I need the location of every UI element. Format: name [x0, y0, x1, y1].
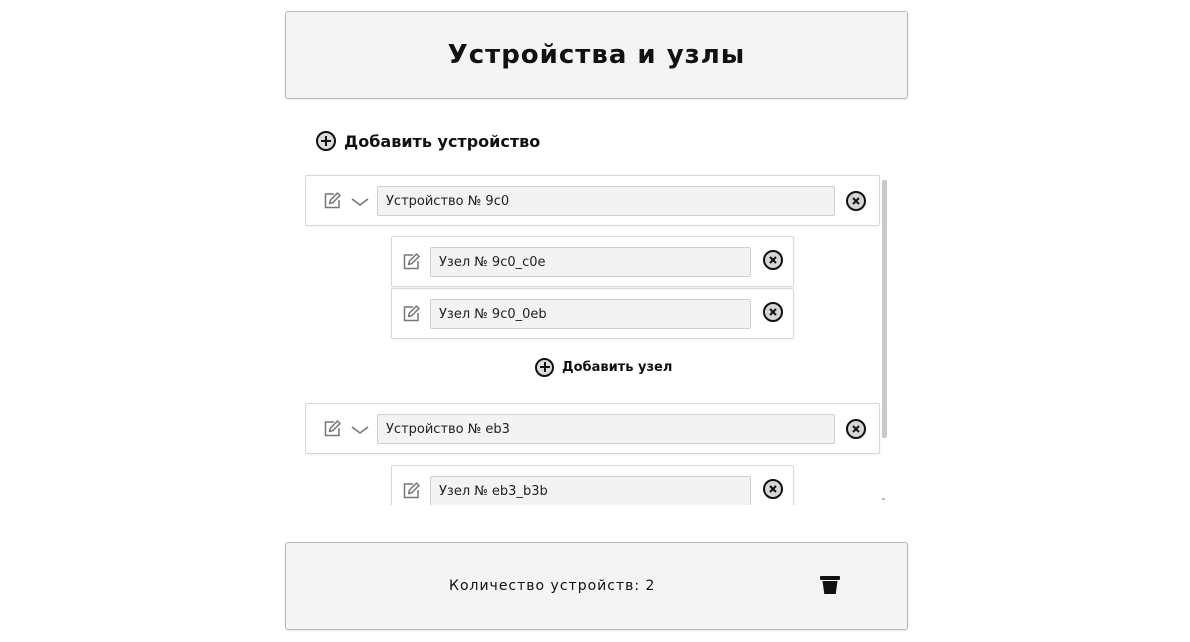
edit-icon[interactable] — [401, 481, 421, 501]
close-icon — [769, 485, 777, 493]
plus-circle-icon — [316, 131, 336, 151]
close-icon — [852, 425, 860, 433]
remove-node-button[interactable] — [763, 302, 783, 322]
close-icon — [852, 197, 860, 205]
plus-circle-icon — [535, 357, 554, 377]
add-node-button[interactable]: Добавить узел — [535, 356, 672, 378]
node-row — [391, 465, 794, 505]
add-device-button[interactable]: Добавить устройство — [316, 128, 540, 154]
trash-icon[interactable] — [819, 575, 841, 595]
chevron-down-icon[interactable] — [350, 424, 370, 436]
edit-icon[interactable] — [401, 304, 421, 324]
node-name-input[interactable] — [430, 247, 751, 277]
close-icon — [769, 256, 777, 264]
add-device-label: Добавить устройство — [344, 131, 541, 151]
footer-panel: Количество устройств: 2 — [285, 542, 908, 630]
remove-node-button[interactable] — [763, 250, 783, 270]
device-count: Количество устройств: 2 — [449, 578, 656, 594]
remove-node-button[interactable] — [763, 479, 783, 499]
device-name-input[interactable] — [377, 186, 835, 216]
edit-icon[interactable] — [322, 419, 342, 439]
close-icon — [769, 308, 777, 316]
page-title: Устройства и узлы — [447, 40, 746, 70]
node-name-input[interactable] — [430, 299, 751, 329]
node-row — [391, 236, 794, 287]
node-row — [391, 288, 794, 339]
chevron-down-icon[interactable] — [350, 196, 370, 208]
add-node-label: Добавить узел — [562, 359, 673, 375]
device-name-input[interactable] — [377, 414, 835, 444]
remove-device-button[interactable] — [846, 191, 866, 211]
device-row — [305, 175, 880, 226]
list-scrollbar[interactable] — [882, 180, 887, 438]
header-panel: Устройства и узлы — [285, 11, 908, 99]
device-list[interactable]: Добавить узел — [305, 175, 887, 505]
edit-icon[interactable] — [401, 252, 421, 272]
node-name-input[interactable] — [430, 476, 751, 505]
remove-device-button[interactable] — [846, 419, 866, 439]
scrollbar-end-marker — [882, 498, 885, 500]
device-row — [305, 403, 880, 454]
edit-icon[interactable] — [322, 191, 342, 211]
